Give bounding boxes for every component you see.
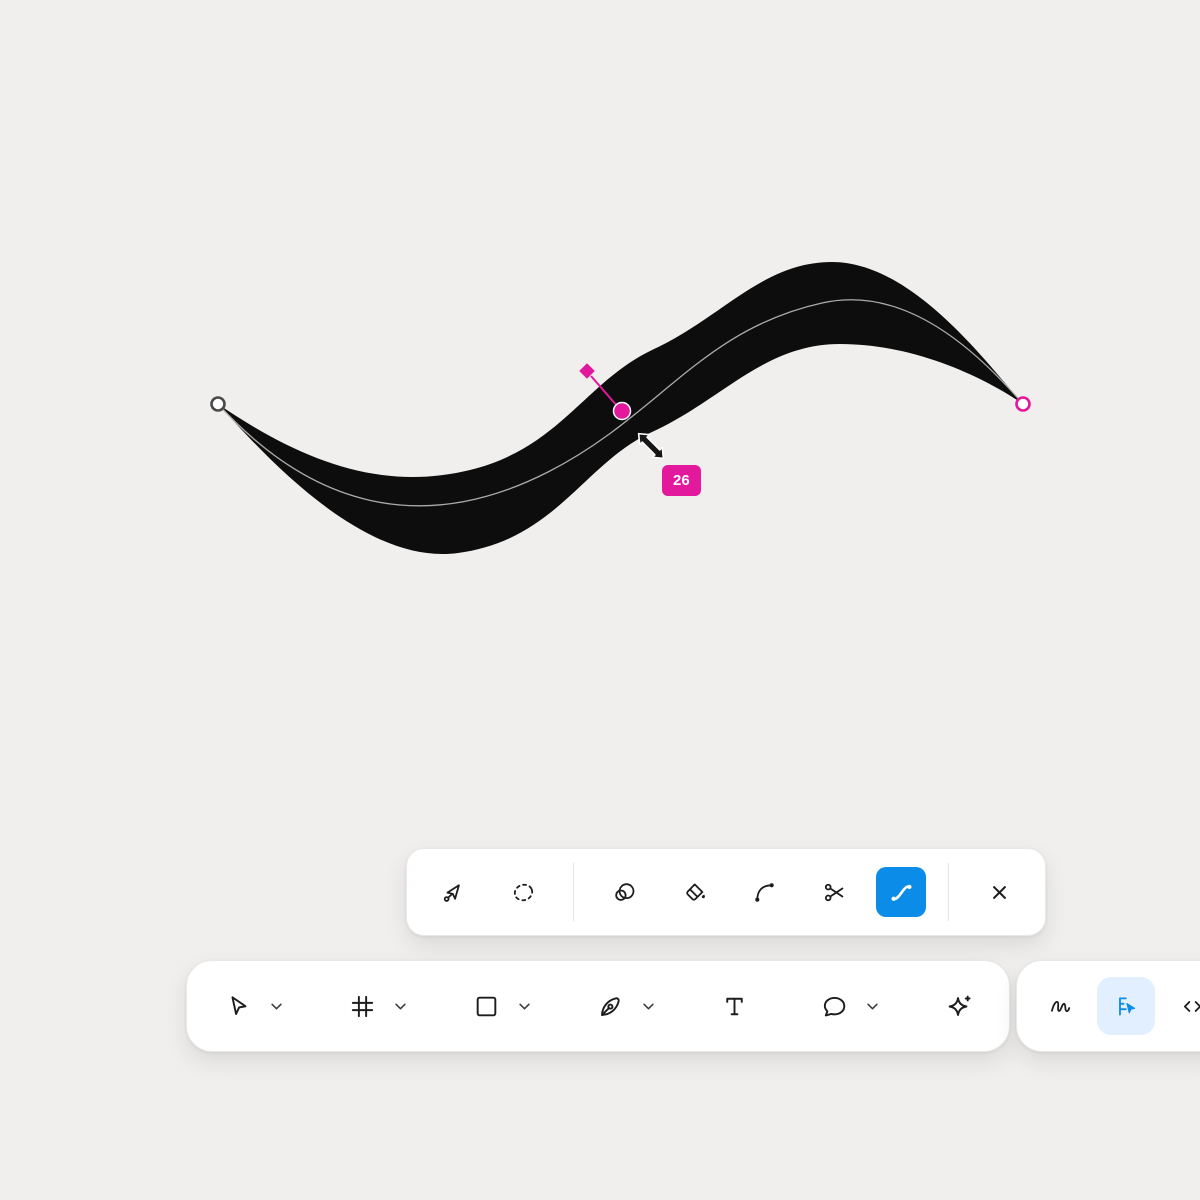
move-cursor-tool-button[interactable] <box>215 983 261 1029</box>
move-cursor-icon <box>224 992 253 1021</box>
lasso-tool-button[interactable] <box>495 864 551 920</box>
close-icon <box>986 879 1013 906</box>
rectangle-tool-group <box>463 983 533 1029</box>
anchor-point-left[interactable] <box>210 396 226 412</box>
lasso-icon <box>510 879 537 906</box>
chevron-down-icon[interactable] <box>391 994 409 1018</box>
side-toolbar <box>1016 960 1200 1052</box>
paint-regions-tool-button[interactable] <box>596 864 652 920</box>
width-value-badge: 26 <box>662 465 701 496</box>
scribble-tool-button[interactable] <box>1037 983 1083 1029</box>
sparkle-plus-tool-button[interactable] <box>935 983 981 1029</box>
code-tool-button[interactable] <box>1169 983 1200 1029</box>
sparkle-plus-icon <box>944 992 973 1021</box>
chevron-down-icon[interactable] <box>863 994 881 1018</box>
scissors-icon <box>821 879 848 906</box>
chevron-down-icon[interactable] <box>515 994 533 1018</box>
anchor-point-right[interactable] <box>1015 396 1031 412</box>
vector-edit-toolbar <box>406 848 1046 936</box>
main-toolbar <box>186 960 1010 1052</box>
width-tool-icon <box>888 879 915 906</box>
resize-cursor-icon <box>637 432 665 460</box>
rectangle-icon <box>472 992 501 1021</box>
frame-icon <box>348 992 377 1021</box>
frame-tool-button[interactable] <box>339 983 385 1029</box>
pen-tool-button[interactable] <box>587 983 633 1029</box>
chevron-down-icon[interactable] <box>267 994 285 1018</box>
width-control-point[interactable] <box>612 401 632 421</box>
width-tool-tool-button[interactable] <box>876 867 926 917</box>
move-cursor-tool-group <box>215 983 285 1029</box>
scribble-icon <box>1047 993 1074 1020</box>
paint-bucket-tool-button[interactable] <box>666 864 722 920</box>
text-icon <box>720 992 749 1021</box>
toolbar-divider <box>573 863 574 921</box>
vector-select-tool-button[interactable] <box>425 864 481 920</box>
toolbar-divider <box>948 863 949 921</box>
vector-select-icon <box>440 879 467 906</box>
code-icon <box>1179 993 1200 1020</box>
paint-regions-icon <box>611 879 638 906</box>
scissors-tool-button[interactable] <box>806 864 862 920</box>
comment-tool-group <box>811 983 881 1029</box>
comment-icon <box>820 992 849 1021</box>
draw-ruler-tool-button[interactable] <box>1097 977 1155 1035</box>
sparkle-plus-tool-group <box>935 983 981 1029</box>
pen-tool-group <box>587 983 657 1029</box>
text-tool-group <box>711 983 757 1029</box>
bend-arc-tool-button[interactable] <box>736 864 792 920</box>
comment-tool-button[interactable] <box>811 983 857 1029</box>
chevron-down-icon[interactable] <box>639 994 657 1018</box>
close-tool-button[interactable] <box>971 864 1027 920</box>
paint-bucket-icon <box>681 879 708 906</box>
frame-tool-group <box>339 983 409 1029</box>
text-tool-button[interactable] <box>711 983 757 1029</box>
pen-icon <box>596 992 625 1021</box>
bend-arc-icon <box>751 879 778 906</box>
rectangle-tool-button[interactable] <box>463 983 509 1029</box>
draw-ruler-icon <box>1113 993 1140 1020</box>
